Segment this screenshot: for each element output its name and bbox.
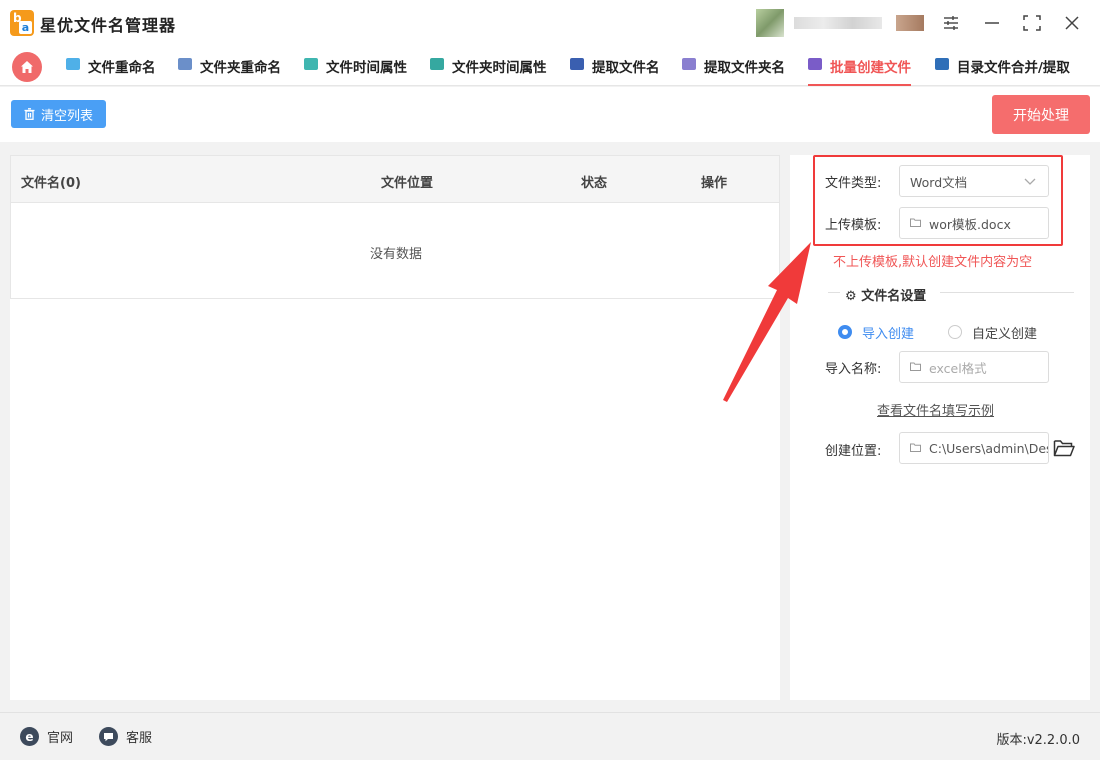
- folder-icon: [910, 217, 921, 230]
- import-name-placeholder: excel格式: [929, 360, 987, 376]
- tab-label: 提取文件名: [592, 60, 660, 76]
- tab-label: 提取文件夹名: [704, 60, 785, 76]
- website-link[interactable]: e 官网: [20, 727, 73, 746]
- radio-custom-create[interactable]: [948, 325, 962, 339]
- file-type-label: 文件类型:: [825, 176, 882, 191]
- column-file-name[interactable]: 文件名(0): [21, 172, 81, 191]
- template-label: 上传模板:: [825, 218, 882, 233]
- customer-service-label: 客服: [126, 731, 153, 746]
- tab-batch-create-files[interactable]: 批量创建文件: [808, 56, 911, 86]
- tab-extract-file-names[interactable]: 提取文件名: [570, 56, 660, 80]
- maximize-icon[interactable]: [1021, 12, 1043, 34]
- open-folder-icon[interactable]: [1053, 438, 1075, 458]
- batch-create-icon: [808, 58, 822, 70]
- gear-icon: ⚙: [845, 289, 857, 304]
- radio-import-create-label[interactable]: 导入创建: [862, 323, 914, 342]
- version-text: 版本:v2.2.0.0: [996, 733, 1080, 748]
- tab-label: 目录文件合并/提取: [957, 60, 1070, 76]
- website-label: 官网: [47, 731, 74, 746]
- trash-icon: [24, 108, 35, 120]
- feature-tab-bar: 文件重命名 文件夹重命名 文件时间属性 文件夹时间属性 提取文件名 提取文件夹名…: [0, 46, 1100, 86]
- avatar[interactable]: [756, 9, 784, 37]
- tab-file-time-attributes[interactable]: 文件时间属性: [304, 56, 407, 80]
- home-button[interactable]: [12, 52, 42, 82]
- app-logo-icon: ba: [10, 10, 34, 36]
- radio-custom-create-label[interactable]: 自定义创建: [972, 323, 1037, 342]
- settings-icon[interactable]: [940, 12, 962, 34]
- tab-label: 批量创建文件: [830, 60, 911, 76]
- tab-folder-time-attributes[interactable]: 文件夹时间属性: [430, 56, 547, 80]
- extract-file-name-icon: [570, 58, 584, 70]
- empty-state-text: 没有数据: [369, 247, 422, 262]
- folder-time-icon: [430, 58, 444, 70]
- radio-import-create[interactable]: [838, 325, 852, 339]
- filename-example-link[interactable]: 查看文件名填写示例: [877, 400, 994, 419]
- clear-list-label: 清空列表: [40, 108, 93, 124]
- close-icon[interactable]: [1061, 12, 1083, 34]
- user-badge-blurred: [896, 15, 924, 31]
- table-header: 文件名(0) 文件位置 状态 操作: [10, 155, 780, 203]
- clear-list-button[interactable]: 清空列表: [11, 100, 106, 128]
- column-status[interactable]: 状态: [581, 172, 607, 191]
- section-divider-right: [940, 292, 1074, 293]
- column-file-location[interactable]: 文件位置: [381, 172, 433, 191]
- folder-icon: [910, 442, 921, 455]
- location-label: 创建位置:: [825, 444, 882, 459]
- import-name-field[interactable]: excel格式: [899, 351, 1049, 383]
- tab-label: 文件时间属性: [326, 60, 407, 76]
- home-icon: [21, 61, 33, 73]
- location-value: C:\Users\admin\Des: [929, 440, 1049, 456]
- filename-settings-label: 文件名设置: [861, 289, 927, 304]
- template-upload-field[interactable]: wor模板.docx: [899, 207, 1049, 239]
- settings-panel: 文件类型: Word文档 上传模板: wor模板.docx 不上传模板,默认创建…: [790, 155, 1090, 700]
- footer: e 官网 客服 版本:v2.2.0.0: [0, 712, 1100, 760]
- folder-rename-icon: [178, 58, 192, 70]
- tab-folder-rename[interactable]: 文件夹重命名: [178, 56, 281, 80]
- user-account-blurred[interactable]: [756, 9, 926, 37]
- minimize-icon[interactable]: [981, 12, 1003, 34]
- table-body: 没有数据: [10, 202, 780, 299]
- folder-icon: [910, 361, 921, 374]
- file-type-value: Word文档: [910, 174, 968, 190]
- filename-settings-title: ⚙ 文件名设置: [845, 285, 926, 304]
- column-actions[interactable]: 操作: [701, 172, 727, 191]
- template-file-name: wor模板.docx: [929, 216, 1011, 232]
- tab-label: 文件夹重命名: [200, 60, 281, 76]
- section-divider-left: [828, 292, 840, 293]
- file-rename-icon: [66, 58, 80, 70]
- file-time-icon: [304, 58, 318, 70]
- tab-extract-folder-names[interactable]: 提取文件夹名: [682, 56, 785, 80]
- customer-service-link[interactable]: 客服: [99, 727, 152, 746]
- browser-e-icon: e: [20, 727, 39, 746]
- file-list-panel: 文件名(0) 文件位置 状态 操作 没有数据: [10, 155, 780, 700]
- location-field[interactable]: C:\Users\admin\Des: [899, 432, 1049, 464]
- toolbar: 清空列表 开始处理: [0, 87, 1100, 142]
- tab-file-rename[interactable]: 文件重命名: [66, 56, 156, 80]
- chat-bubble-icon: [99, 727, 118, 746]
- tab-label: 文件重命名: [88, 60, 156, 76]
- app-title: 星优文件名管理器: [40, 16, 177, 35]
- template-hint-text: 不上传模板,默认创建文件内容为空: [833, 255, 1033, 270]
- file-type-select[interactable]: Word文档: [899, 165, 1049, 197]
- extract-folder-name-icon: [682, 58, 696, 70]
- annotation-arrow-icon: [723, 242, 811, 402]
- directory-merge-icon: [935, 58, 949, 70]
- chevron-down-icon: [1024, 178, 1036, 185]
- tab-directory-merge-extract[interactable]: 目录文件合并/提取: [935, 56, 1070, 80]
- title-bar: ba 星优文件名管理器: [0, 0, 1100, 46]
- tab-label: 文件夹时间属性: [452, 60, 547, 76]
- start-processing-button[interactable]: 开始处理: [992, 95, 1090, 134]
- import-name-label: 导入名称:: [825, 362, 882, 377]
- user-name-blurred: [794, 17, 882, 29]
